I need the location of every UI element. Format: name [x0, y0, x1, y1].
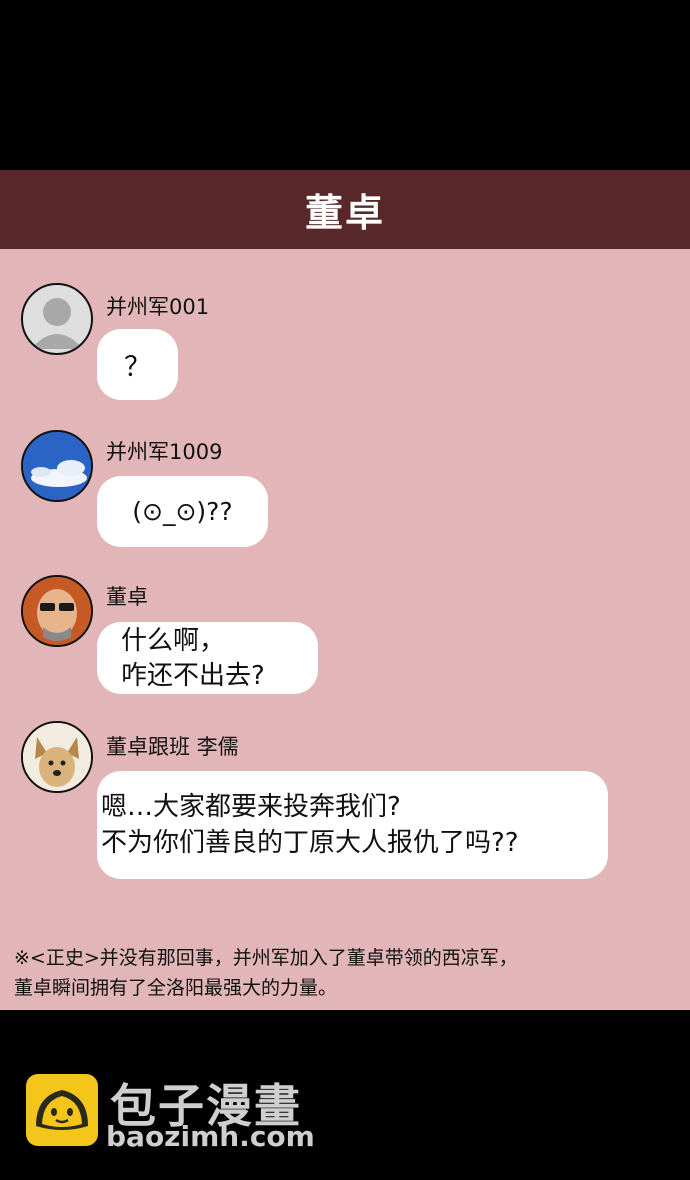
dog-icon — [23, 723, 91, 791]
message-bubble: 什么啊， 咋还不出去? — [97, 622, 318, 694]
avatar-sky[interactable] — [21, 430, 93, 502]
chat-title: 董卓 — [304, 191, 385, 235]
sender-name: 董卓跟班 李儒 — [106, 735, 239, 759]
avatar-dog[interactable] — [21, 721, 93, 793]
message-text: ？ — [124, 352, 151, 383]
footnote-line: ※<正史>并没有那回事，并州军加入了董卓带领的西凉军， — [14, 947, 518, 969]
message-text: 什么啊， — [121, 626, 226, 656]
chat-area: 并州军001 ？ 并州军1009 (⊙_⊙)?? 董卓 什么啊， 咋还不出去? — [0, 249, 690, 1010]
message-text: 不为你们善良的丁原大人报仇了吗?? — [101, 828, 519, 858]
message-text: (⊙_⊙)?? — [132, 497, 233, 526]
message-text: 咋还不出去? — [121, 661, 265, 691]
message-bubble: 嗯…大家都要来投奔我们? 不为你们善良的丁原大人报仇了吗?? — [97, 771, 608, 879]
sender-name: 并州军1009 — [106, 440, 223, 464]
message-bubble: ？ — [97, 329, 178, 400]
message-text: 嗯…大家都要来投奔我们? — [101, 792, 401, 822]
footnote: ※<正史>并没有那回事，并州军加入了董卓带领的西凉军， 董卓瞬间拥有了全洛阳最强… — [14, 943, 684, 1003]
bun-face-icon — [36, 1090, 88, 1130]
avatar-default[interactable] — [21, 283, 93, 355]
person-icon — [31, 298, 83, 349]
sky-cloud-icon — [23, 432, 91, 500]
sender-name: 董卓 — [106, 585, 148, 609]
avatar-dongzhuo[interactable] — [21, 575, 93, 647]
footnote-line: 董卓瞬间拥有了全洛阳最强大的力量。 — [14, 977, 338, 999]
chat-header: 董卓 — [0, 170, 690, 249]
sender-name: 并州军001 — [106, 295, 210, 319]
bun-logo-icon — [26, 1074, 98, 1146]
dongzhuo-portrait-icon — [23, 577, 91, 645]
message-bubble: (⊙_⊙)?? — [97, 476, 268, 547]
watermark-url: baozimh.com — [106, 1120, 315, 1153]
